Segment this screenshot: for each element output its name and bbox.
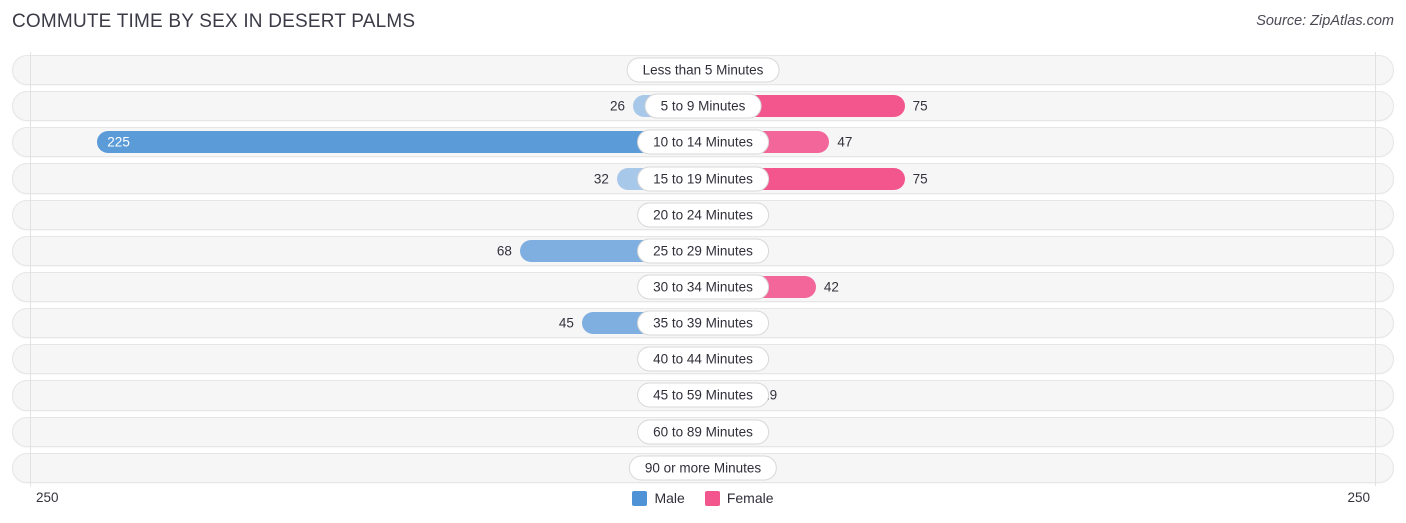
bar-value-female: 42 [823, 279, 839, 295]
category-label: 20 to 24 Minutes [637, 202, 769, 228]
chart-title: COMMUTE TIME BY SEX IN DESERT PALMS [12, 11, 416, 32]
plot-area: 00Less than 5 Minutes26755 to 9 Minutes2… [0, 52, 1406, 486]
chart-row[interactable]: 26 75 5 to 9 Minutes [0, 88, 1406, 124]
category-label: 10 to 14 Minutes [637, 129, 769, 155]
bar-value-male: 225 [107, 134, 130, 150]
bar-value-male: 32 [593, 171, 609, 187]
source-attribution: Source: ZipAtlas.com [1256, 13, 1394, 29]
chart-row[interactable]: 225 47 10 to 14 Minutes [0, 124, 1406, 160]
chart-container: COMMUTE TIME BY SEX IN DESERT PALMS Sour… [0, 0, 1406, 523]
category-label: 90 or more Minutes [628, 455, 778, 481]
bar-value-male: 26 [609, 98, 626, 114]
chart-footer: 250 250 Male Female [0, 486, 1406, 523]
bar-value-male: 45 [558, 315, 574, 331]
category-label: 40 to 44 Minutes [637, 346, 769, 372]
chart-row[interactable]: 32 75 15 to 19 Minutes [0, 160, 1406, 196]
chart-row[interactable]: 0060 to 89 Minutes [0, 414, 1406, 450]
legend-swatch-female [704, 490, 720, 506]
legend-label-male: Male [654, 490, 685, 506]
chart-row[interactable]: 45035 to 39 Minutes [0, 305, 1406, 341]
chart-row[interactable]: 00Less than 5 Minutes [0, 52, 1406, 88]
chart-row[interactable]: 0990 or more Minutes [0, 450, 1406, 486]
axis-line-right [1375, 52, 1376, 486]
chart-row[interactable]: 04230 to 34 Minutes [0, 269, 1406, 305]
category-label: 45 to 59 Minutes [637, 382, 769, 408]
bar-male[interactable]: 225 [97, 131, 703, 154]
bar-value-male: 68 [496, 243, 512, 259]
chart-row[interactable]: 01945 to 59 Minutes [0, 377, 1406, 413]
bar-value-female: 75 [912, 98, 928, 114]
axis-line-left [30, 52, 31, 486]
category-label: 60 to 89 Minutes [637, 419, 769, 445]
legend-item-male[interactable]: Male [632, 490, 685, 506]
bar-value-female: 75 [912, 171, 928, 187]
category-label: 5 to 9 Minutes [644, 93, 762, 119]
chart-legend: Male Female [0, 490, 1406, 506]
category-label: 15 to 19 Minutes [637, 166, 769, 192]
chart-row[interactable]: 0020 to 24 Minutes [0, 197, 1406, 233]
category-label: 25 to 29 Minutes [637, 238, 769, 264]
legend-item-female[interactable]: Female [704, 490, 774, 506]
category-label: 30 to 34 Minutes [637, 274, 769, 300]
legend-label-female: Female [726, 490, 774, 506]
category-label: Less than 5 Minutes [626, 57, 780, 83]
bar-value-female: 47 [837, 134, 853, 150]
chart-row[interactable]: 68025 to 29 Minutes [0, 233, 1406, 269]
chart-row[interactable]: 0040 to 44 Minutes [0, 341, 1406, 377]
category-label: 35 to 39 Minutes [637, 310, 769, 336]
legend-swatch-male [632, 490, 648, 506]
